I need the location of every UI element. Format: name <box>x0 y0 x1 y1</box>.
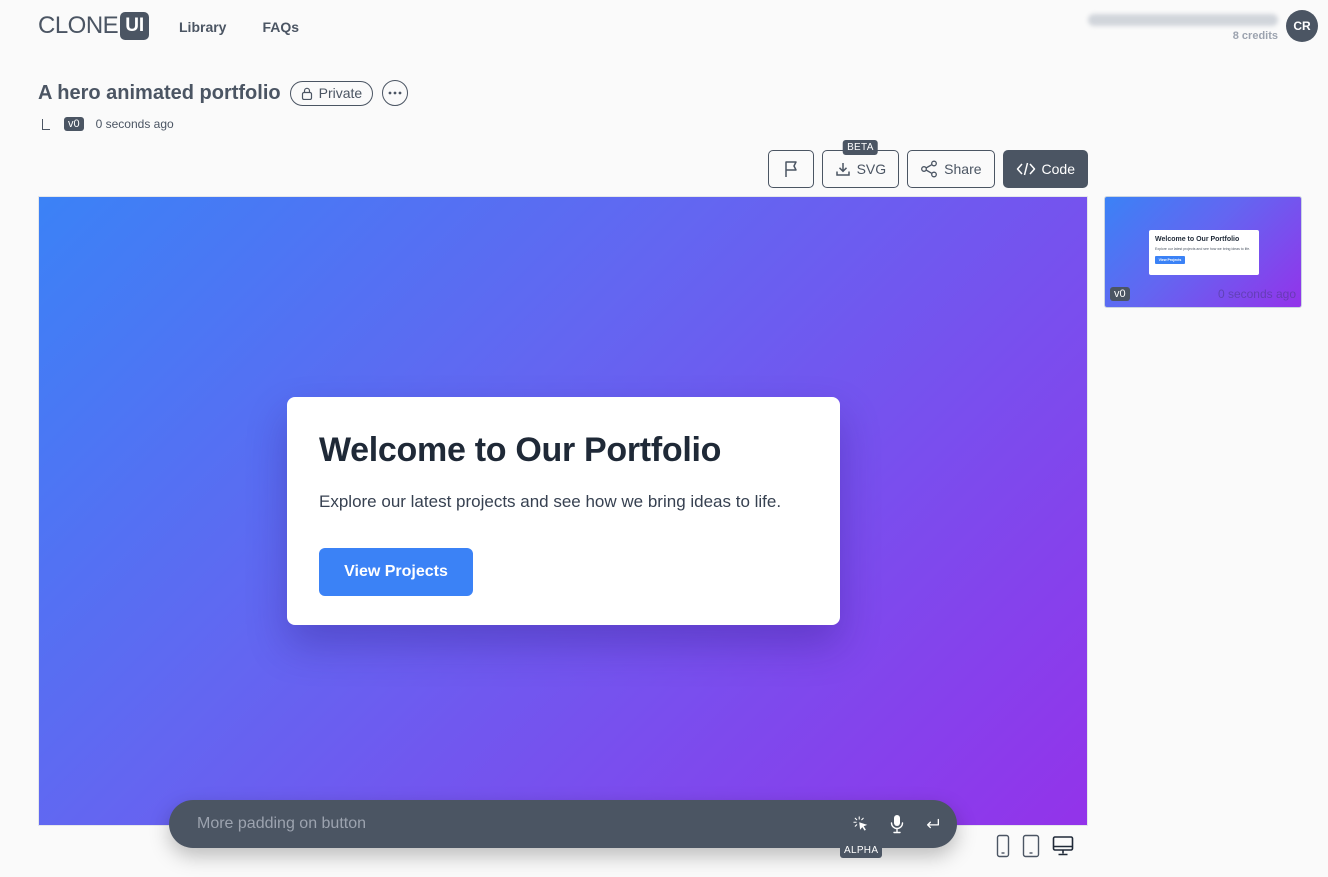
hero-title: Welcome to Our Portfolio <box>319 431 722 469</box>
hero-card: Welcome to Our Portfolio Explore our lat… <box>287 397 840 625</box>
lock-icon <box>301 87 312 100</box>
project-title-row: A hero animated portfolio Private <box>38 80 409 106</box>
export-svg-button[interactable]: BETA SVG <box>821 140 900 188</box>
beta-badge: BETA <box>843 140 878 155</box>
code-button[interactable]: Code <box>1002 150 1088 188</box>
share-icon <box>921 160 938 178</box>
mobile-view-icon[interactable] <box>996 834 1010 858</box>
prompt-input[interactable] <box>197 815 853 833</box>
export-svg-label: SVG <box>856 161 887 177</box>
account-info: 8 credits <box>1088 10 1278 42</box>
page-title: A hero animated portfolio <box>38 81 281 104</box>
nav-faqs[interactable]: FAQs <box>262 19 299 35</box>
tablet-view-icon[interactable] <box>1022 834 1040 858</box>
code-icon <box>1016 162 1035 176</box>
view-projects-button[interactable]: View Projects <box>319 548 473 596</box>
credits-count: 8 credits <box>1232 30 1278 42</box>
version-thumbnail[interactable]: Welcome to Our Portfolio Explore our lat… <box>1104 196 1302 308</box>
more-options-button[interactable] <box>382 80 409 106</box>
nav-library[interactable]: Library <box>179 19 226 35</box>
flag-button[interactable] <box>767 150 814 188</box>
share-label: Share <box>944 161 982 177</box>
visibility-label: Private <box>318 85 363 101</box>
microphone-icon[interactable] <box>889 814 905 834</box>
thumbnail-version-badge: v0 <box>1110 287 1130 301</box>
thumbnail-subtitle: Explore our latest projects and see how … <box>1155 247 1251 251</box>
version-badge[interactable]: v0 <box>64 117 84 131</box>
ellipsis-icon <box>388 91 402 95</box>
preview-canvas[interactable]: Welcome to Our Portfolio Explore our lat… <box>38 196 1088 826</box>
alpha-badge: ALPHA <box>840 843 883 858</box>
device-toggles <box>996 834 1074 858</box>
visibility-toggle[interactable]: Private <box>289 80 374 106</box>
version-row: v0 0 seconds ago <box>42 117 174 131</box>
desktop-view-icon[interactable] <box>1052 835 1074 857</box>
download-icon <box>835 163 850 176</box>
element-select-icon[interactable] <box>853 814 869 834</box>
share-button[interactable]: Share <box>907 150 995 188</box>
avatar[interactable]: CR <box>1286 10 1318 42</box>
branch-icon <box>42 118 50 130</box>
logo-badge: UI <box>120 12 150 40</box>
app-root: CLONE UI Library FAQs 8 credits CR A her… <box>0 0 1328 877</box>
thumbnail-card: Welcome to Our Portfolio Explore our lat… <box>1149 230 1259 275</box>
submit-enter-icon[interactable] <box>925 814 941 834</box>
prompt-bar <box>169 800 957 848</box>
logo-text: CLONE <box>38 12 119 39</box>
thumbnail-title: Welcome to Our Portfolio <box>1155 236 1240 243</box>
version-time: 0 seconds ago <box>95 117 174 131</box>
thumbnail-time: 0 seconds ago <box>1217 287 1296 301</box>
hero-subtitle: Explore our latest projects and see how … <box>319 492 782 511</box>
prompt-actions <box>853 814 941 834</box>
logo[interactable]: CLONE UI <box>38 12 150 40</box>
toolbar: BETA SVG Share Code <box>767 140 1088 188</box>
top-nav: Library FAQs <box>179 19 299 35</box>
code-label: Code <box>1041 161 1075 177</box>
flag-icon <box>784 161 797 177</box>
account-area[interactable]: 8 credits CR <box>1088 10 1318 42</box>
thumbnail-button: View Projects <box>1155 256 1185 264</box>
account-email-redacted <box>1088 14 1278 26</box>
